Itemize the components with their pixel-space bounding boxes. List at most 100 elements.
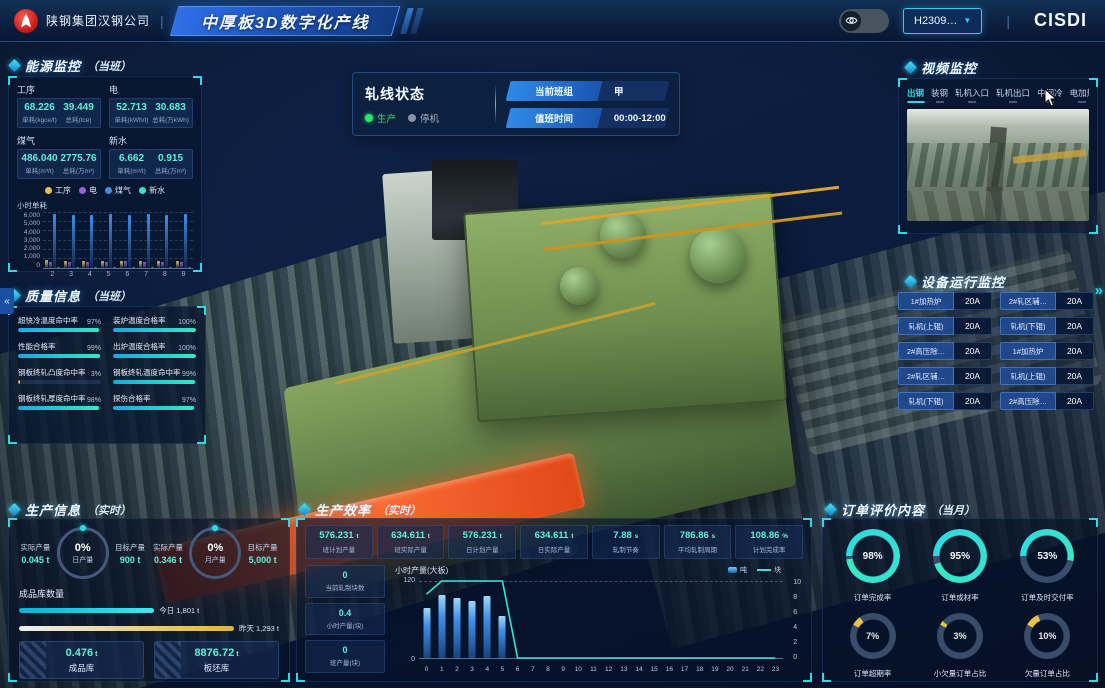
energy-value: 0.915 [151,153,190,164]
company-logo-icon [14,9,38,33]
right-y-tick: 10 [793,579,801,586]
card-label: 日计划产量 [451,544,513,554]
energy-value: 52.713 [112,102,151,113]
gauge-percent: 0% [207,542,223,554]
side-box-label: 当前轧制块数 [308,582,382,592]
bar [64,261,67,268]
diamond-icon [904,275,917,288]
progress-fill [18,328,99,332]
y-tick: 5,000 [24,221,40,228]
energy-label: 单耗(m³/t) [112,165,151,175]
gauge-value: 3% [937,613,983,659]
bar-group [43,213,62,268]
bar-group [174,213,193,268]
quality-value: 99% [87,345,101,352]
target-output: 目标产量5,000 t [246,542,279,565]
camera-tab-轧机入口[interactable]: 轧机入口 [955,87,989,103]
equipment-row: 1#加热炉20A [898,292,992,310]
camera-tab-出钢[interactable]: 出钢 [907,87,924,103]
equipment-value: 20A [1056,392,1094,410]
legend-dot-icon [105,187,112,194]
x-tick: 12 [601,666,616,673]
x-tick: 3 [465,666,480,673]
bar-group [118,213,137,268]
energy-group: 电52.713单耗(kWh/t)30.683总耗(万kWh) [109,83,193,128]
app-title-banner: 中厚板3D数字化产线 [169,6,400,36]
stat-label: 目标产量 [246,542,279,553]
status-legend-stopped: 停机 [408,111,439,125]
quality-item: 钢板终轧凸度命中率3% [18,367,101,384]
progress-track [18,406,101,410]
company-name: 陕钢集团汉钢公司 [46,12,150,29]
y-axis-max: 120 [393,577,415,584]
order-gauge: 10%欠量订单占比 [1024,613,1070,679]
camera-tab-轧机出口[interactable]: 轧机出口 [996,87,1030,103]
bar [90,215,93,268]
energy-value: 68.226 [20,102,59,113]
visibility-toggle[interactable] [839,9,889,33]
efficiency-card: 108.86 %计划完成率 [735,525,803,559]
bar [161,262,164,269]
camera-tab-中间冷[interactable]: 中间冷 [1037,87,1063,103]
camera-tab-装钢[interactable]: 装钢 [931,87,948,103]
warehouse-value: 8876.72t [159,647,274,659]
energy-group-name: 煤气 [17,134,101,147]
energy-metric: 2775.76总耗(万m³) [59,153,98,175]
energy-metric: 486.040单耗(m³/t) [20,153,59,175]
camera-feed[interactable] [907,109,1089,221]
y-tick: 4,000 [24,230,40,237]
energy-value: 39.449 [59,102,98,113]
equipment-value: 20A [954,292,992,310]
bar [57,267,60,268]
side-box-label: 小时产量(块) [308,620,382,630]
x-tick: 7 [137,271,156,278]
divider: | [160,13,164,29]
bar [82,261,85,268]
warehouse-box: 8876.72t 板坯库 [154,641,279,679]
energy-panel: 工序68.226单耗(kgce/t)39.449总耗(tce)电52.713单耗… [8,76,202,272]
side-box-value: 0 [308,645,382,655]
legend-dot-icon [139,187,146,194]
energy-label: 单耗(kgce/t) [20,114,59,124]
gauge-name: 月产量 [205,555,226,565]
camera-tab-电加热[interactable]: 电加热 [1070,87,1089,103]
energy-group: 煤气 486.040单耗(m³/t)2775.76总耗(万m³) [17,134,101,179]
coil-selector-dropdown[interactable]: H2309… ▼ [903,8,982,34]
order-gauge: 53%订单及时交付率 [1020,529,1074,603]
app-title: 中厚板3D数字化产线 [201,9,369,33]
card-label: 平均轧制周期 [667,544,729,554]
bar [157,261,160,268]
energy-hour-chart: 小时单耗 01,0002,0003,0004,0005,0006,000 234… [17,200,193,278]
x-tick: 4 [480,666,495,673]
warehouse-label: 板坯库 [159,662,274,674]
panel-subtitle: （实时） [377,502,421,518]
stock-bar-fill [19,608,154,613]
quality-label: 探伤合格率 [113,393,151,404]
x-tick: 14 [631,666,646,673]
x-tick: 9 [556,666,571,673]
energy-group-name: 工序 [17,83,101,96]
card-value: 7.88 s [595,530,657,541]
quality-item: 探伤合格率97% [113,393,196,410]
equipment-panel-collapse-chevron[interactable]: » [1095,282,1103,299]
equipment-value: 20A [1056,317,1094,335]
gauge-label: 小欠量订单占比 [934,668,987,679]
x-tick: 7 [525,666,540,673]
line-status-title: 轧线状态 [365,84,483,104]
x-tick: 18 [692,666,707,673]
target-output: 目标产量900 t [114,542,147,565]
order-gauge: 95%订单成材率 [933,529,987,603]
bar [176,261,179,268]
equipment-value: 20A [1056,367,1094,385]
equipment-row: 1#加热炉20A [1000,342,1094,360]
panel-title: 视频监控 [921,58,977,77]
progress-track [18,328,101,332]
y-tick: 1,000 [24,254,40,261]
legend-item: 煤气 [105,185,131,196]
quality-label: 钢板终轧凸度命中率 [18,367,86,378]
bar [132,267,135,268]
x-tick: 9 [174,271,193,278]
left-panel-collapse-handle[interactable]: « [0,288,14,314]
stock-bar-text: 今日 1,801 t [159,605,199,616]
eye-icon [841,11,861,31]
